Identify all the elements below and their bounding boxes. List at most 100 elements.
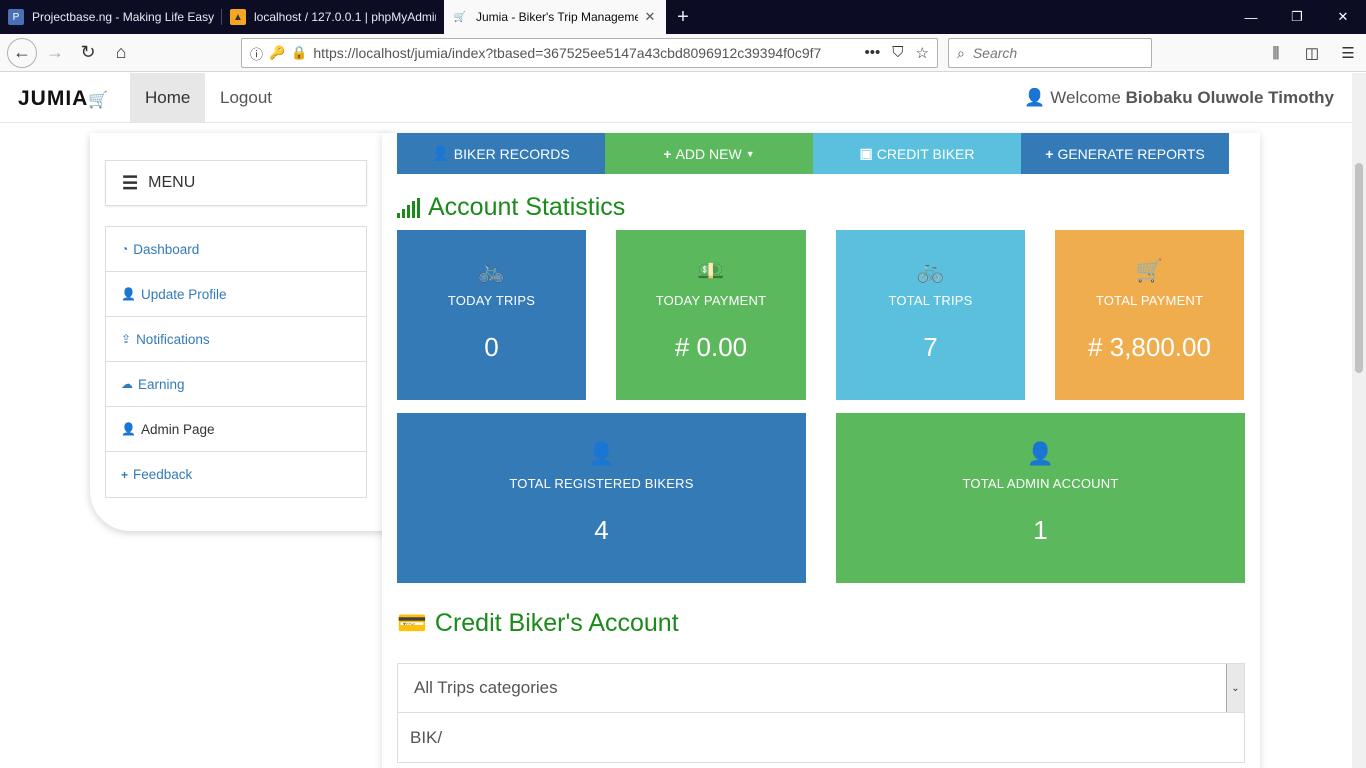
hamburger-icon: ☰ xyxy=(122,172,139,193)
caret-down-icon: ▼ xyxy=(745,148,755,159)
pocket-icon[interactable]: ⛉ xyxy=(892,44,903,62)
account-statistics-heading: Account Statistics xyxy=(397,193,625,222)
list-item-text: BIK/ xyxy=(410,727,443,747)
reload-button[interactable]: ↻ xyxy=(73,38,103,68)
bicycle-icon: 🚲 xyxy=(916,258,945,283)
total-payment-tile: 🛒 TOTAL PAYMENT # 3,800.00 xyxy=(1055,230,1244,400)
browser-tab[interactable]: ▲ localhost / 127.0.0.1 | phpMyAdmin xyxy=(222,0,444,34)
tile-label: TOTAL PAYMENT xyxy=(1095,293,1204,308)
tile-value: 0 xyxy=(484,332,499,362)
back-button[interactable]: ← xyxy=(7,37,37,68)
heading-text: Account Statistics xyxy=(428,193,626,221)
tile-label: TODAY PAYMENT xyxy=(655,293,767,308)
sidebar-item-notifications[interactable]: ⇪ Notifications xyxy=(106,317,366,362)
button-label: CREDIT BIKER xyxy=(876,145,975,162)
sidebar-item-admin-page[interactable]: 👤 Admin Page xyxy=(106,407,366,452)
sidebar-item-dashboard[interactable]: ◔ Dashboard xyxy=(106,227,366,272)
tile-label: TOTAL ADMIN ACCOUNT xyxy=(962,476,1119,491)
sidebar-item-label: Update Profile xyxy=(140,286,227,302)
site-navbar: JUMIA🛒 Home Logout 👤 Welcome Biobaku Olu… xyxy=(0,73,1352,123)
chevron-down-icon[interactable]: ⌄ xyxy=(1226,664,1244,712)
more-icon[interactable]: ••• xyxy=(865,44,881,62)
signal-icon xyxy=(397,197,420,218)
today-payment-tile: 💵 TODAY PAYMENT # 0.00 xyxy=(616,230,806,400)
user-name: Biobaku Oluwole Timothy xyxy=(1125,88,1334,107)
tile-label: TOTAL TRIPS xyxy=(888,293,973,308)
restore-button[interactable]: ❐ xyxy=(1274,0,1320,34)
user-icon: 👤 xyxy=(1026,441,1055,466)
money-icon: 💵 xyxy=(697,258,725,283)
sidebar-item-update-profile[interactable]: 👤 Update Profile xyxy=(106,272,366,317)
cloud-upload-icon: ☁ xyxy=(121,377,133,391)
action-bar: 👤 BIKER RECORDS + ADD NEW ▼ ▣ CREDIT BIK… xyxy=(397,133,1229,174)
search-icon: ⌕ xyxy=(957,44,965,61)
menu-header[interactable]: ☰ MENU xyxy=(105,160,367,206)
credit-biker-heading: 💳 Credit Biker's Account xyxy=(397,609,679,638)
welcome-text: 👤 Welcome Biobaku Oluwole Timothy xyxy=(1024,73,1334,123)
credit-biker-button[interactable]: ▣ CREDIT BIKER xyxy=(813,133,1021,174)
key-icon: 🔑 xyxy=(269,45,286,60)
sidebar-item-label: Admin Page xyxy=(140,421,215,437)
button-label: ADD NEW xyxy=(675,145,742,162)
bicycle-icon: 🚲 xyxy=(477,258,506,283)
cart-logo-icon: 🛒 xyxy=(88,92,110,109)
sidebar-item-earning[interactable]: ☁ Earning xyxy=(106,362,366,407)
close-icon[interactable]: ✕ xyxy=(642,9,658,25)
select-value: All Trips categories xyxy=(414,678,558,697)
plus-icon: + xyxy=(121,467,129,482)
browser-tab-bar: P Projectbase.ng - Making Life Easy b ▲ … xyxy=(0,0,1366,34)
heading-text: Credit Biker's Account xyxy=(434,609,679,637)
tab-title: Projectbase.ng - Making Life Easy b xyxy=(32,10,214,24)
generate-reports-button[interactable]: + GENERATE REPORTS xyxy=(1021,133,1229,174)
plus-icon: + xyxy=(1045,145,1054,162)
plus-icon: + xyxy=(663,145,672,162)
menu-label: MENU xyxy=(148,174,196,191)
url-bar[interactable]: ⓘ 🔑 🔒 https://localhost/jumia/index?tbas… xyxy=(241,38,938,68)
home-button[interactable]: ⌂ xyxy=(106,38,136,68)
site-icon: P xyxy=(8,9,24,25)
nav-home-link[interactable]: Home xyxy=(130,73,206,123)
browser-toolbar: ← → ↻ ⌂ ⓘ 🔑 🔒 https://localhost/jumia/in… xyxy=(0,34,1366,72)
admin-account-tile: 👤 TOTAL ADMIN ACCOUNT 1 xyxy=(836,413,1245,583)
main-panel: 👤 BIKER RECORDS + ADD NEW ▼ ▣ CREDIT BIK… xyxy=(382,133,1260,768)
forward-button[interactable]: → xyxy=(40,38,70,68)
button-label: BIKER RECORDS xyxy=(453,145,570,162)
browser-tab-active[interactable]: 🛒 Jumia - Biker's Trip Manageme ✕ xyxy=(444,0,666,34)
user-icon: 👤 xyxy=(432,145,450,161)
url-text: https://localhost/jumia/index?tbased=367… xyxy=(313,45,822,61)
jumia-logo[interactable]: JUMIA🛒 xyxy=(18,87,109,111)
library-icon[interactable]: ⫼ xyxy=(1258,38,1294,68)
lock-warning-icon: 🔒 xyxy=(291,45,308,60)
credit-card-icon: 💳 xyxy=(397,610,427,637)
sidebar: ☰ MENU ◔ Dashboard 👤 Update Profile ⇪ No… xyxy=(90,133,390,531)
search-input[interactable]: ⌕ Search xyxy=(948,38,1152,68)
biker-records-button[interactable]: 👤 BIKER RECORDS xyxy=(397,133,605,174)
info-icon[interactable]: ⓘ xyxy=(250,44,263,63)
new-tab-button[interactable]: + xyxy=(666,0,700,34)
browser-tab[interactable]: P Projectbase.ng - Making Life Easy b xyxy=(0,0,222,34)
nav-logout-link[interactable]: Logout xyxy=(205,73,287,123)
scrollbar-thumb[interactable] xyxy=(1355,163,1363,373)
search-placeholder: Search xyxy=(972,45,1018,61)
today-trips-tile: 🚲 TODAY TRIPS 0 xyxy=(397,230,586,400)
sidebar-toggle-icon[interactable]: ◫ xyxy=(1294,38,1330,68)
tab-title: Jumia - Biker's Trip Manageme xyxy=(476,10,638,24)
sidebar-item-feedback[interactable]: + Feedback xyxy=(106,452,366,497)
trip-category-select[interactable]: All Trips categories ⌄ xyxy=(397,663,1245,713)
total-trips-tile: 🚲 TOTAL TRIPS 7 xyxy=(836,230,1025,400)
bookmark-star-icon[interactable]: ☆ xyxy=(916,44,929,62)
hamburger-menu-icon[interactable]: ☰ xyxy=(1330,38,1366,68)
list-item[interactable]: BIK/ xyxy=(397,713,1245,763)
shopping-cart-icon: 🛒 xyxy=(1135,258,1164,283)
registered-bikers-tile: 👤 TOTAL REGISTERED BIKERS 4 xyxy=(397,413,806,583)
tile-label: TODAY TRIPS xyxy=(447,293,536,308)
close-window-button[interactable]: ✕ xyxy=(1320,0,1366,34)
phpmyadmin-icon: ▲ xyxy=(230,9,246,25)
tile-label: TOTAL REGISTERED BIKERS xyxy=(509,476,694,491)
page-scrollbar[interactable] xyxy=(1352,73,1366,768)
sidebar-item-label: Earning xyxy=(138,376,185,392)
sidebar-item-label: Feedback xyxy=(133,467,193,482)
add-new-button[interactable]: + ADD NEW ▼ xyxy=(605,133,813,174)
minimize-button[interactable]: — xyxy=(1228,0,1274,34)
money-icon: ▣ xyxy=(859,145,873,161)
